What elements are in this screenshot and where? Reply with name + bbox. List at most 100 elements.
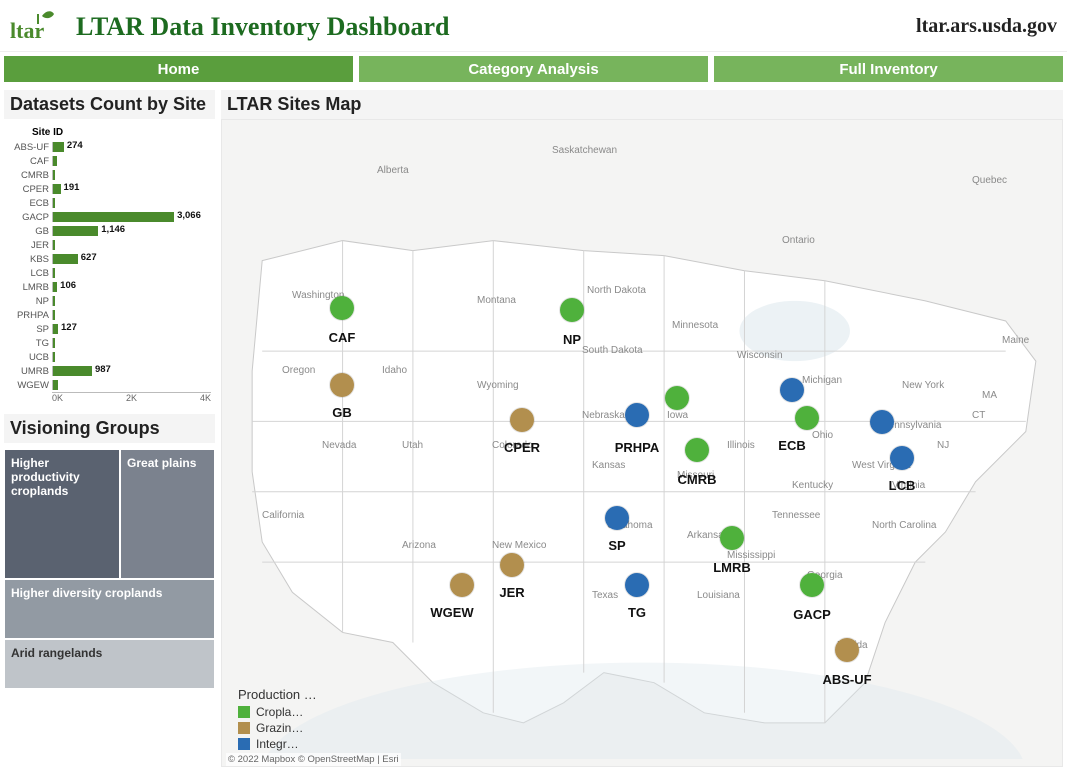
bar-track [52,352,211,362]
site-label: GACP [793,607,831,622]
site-marker-unnamed[interactable] [665,386,689,410]
bar-row[interactable]: LCB [6,266,211,280]
site-marker-unnamed[interactable] [870,410,894,434]
tab-full-inventory[interactable]: Full Inventory [714,56,1063,82]
site-marker-CPER[interactable] [510,408,534,432]
bar-fill [53,366,92,376]
bar-track [52,338,211,348]
state-label: Illinois [727,440,755,451]
vis-higher-diversity-croplands[interactable]: Higher diversity croplands [4,579,215,639]
state-label: Kentucky [792,480,833,491]
legend-integrated[interactable]: Integr… [238,736,317,752]
bar-row[interactable]: ABS-UF274 [6,140,211,154]
legend-croplands[interactable]: Cropla… [238,704,317,720]
site-label: LMRB [713,560,751,575]
site-label: SP [608,538,625,553]
bar-fill [53,254,78,264]
bar-row[interactable]: LMRB106 [6,280,211,294]
bar-category-label: CAF [6,156,52,167]
bar-x-axis: 0K 2K 4K [52,392,211,406]
state-label: Nebraska [582,410,625,421]
bar-row[interactable]: NP [6,294,211,308]
site-marker-ABS-UF[interactable] [835,638,859,662]
state-label: Arizona [402,540,436,551]
vis-great-plains[interactable]: Great plains [120,449,215,579]
bar-category-label: NP [6,296,52,307]
tab-category-analysis[interactable]: Category Analysis [359,56,708,82]
site-marker-CMRB[interactable] [685,438,709,462]
state-label: California [262,510,304,521]
bar-fill [53,338,55,348]
state-label: MA [982,390,997,401]
state-label: Idaho [382,365,407,376]
state-label: Maine [1002,335,1029,346]
bar-value-label: 127 [58,322,77,333]
bar-track [52,268,211,278]
site-marker-LCB[interactable] [890,446,914,470]
site-marker-JER[interactable] [500,553,524,577]
bar-track [52,198,211,208]
bar-category-label: ECB [6,198,52,209]
bar-row[interactable]: GACP3,066 [6,210,211,224]
site-marker-GB[interactable] [330,373,354,397]
bar-track [52,156,211,166]
bar-row[interactable]: CAF [6,154,211,168]
state-label: Ontario [782,235,815,246]
state-label: Texas [592,590,618,601]
bar-track: 3,066 [52,212,211,222]
site-label: GB [332,405,352,420]
bar-row[interactable]: CMRB [6,168,211,182]
site-marker-unnamed[interactable] [780,378,804,402]
bar-track: 627 [52,254,211,264]
bar-track [52,296,211,306]
site-marker-TG[interactable] [625,573,649,597]
bar-fill [53,352,55,362]
bar-track: 106 [52,282,211,292]
bar-fill [53,184,61,194]
site-url[interactable]: ltar.ars.usda.gov [916,15,1057,38]
bar-row[interactable]: CPER191 [6,182,211,196]
site-marker-CAF[interactable] [330,296,354,320]
bar-row[interactable]: ECB [6,196,211,210]
bar-row[interactable]: UCB [6,350,211,364]
datasets-bar-chart[interactable]: Site ID ABS-UF274 CAFCMRBCPER191 ECBGACP3,… [4,125,215,408]
bar-row[interactable]: KBS627 [6,252,211,266]
visioning-groups-title: Visioning Groups [4,414,215,443]
bar-row[interactable]: PRHPA [6,308,211,322]
state-label: Wyoming [477,380,519,391]
vis-arid-rangelands[interactable]: Arid rangelands [4,639,215,689]
bar-row[interactable]: SP 127 [6,322,211,336]
site-marker-PRHPA[interactable] [625,403,649,427]
bar-category-label: UCB [6,352,52,363]
tick: 0K [52,393,105,406]
site-marker-SP[interactable] [605,506,629,530]
bar-value-label: 191 [61,182,80,193]
site-marker-NP[interactable] [560,298,584,322]
bar-row[interactable]: GB1,146 [6,224,211,238]
site-marker-WGEW[interactable] [450,573,474,597]
bar-category-label: SP [6,324,52,335]
legend-grazing[interactable]: Grazin… [238,720,317,736]
bar-category-label: LCB [6,268,52,279]
site-marker-GACP[interactable] [800,573,824,597]
ltar-sites-map[interactable]: WashingtonMontanaNorth DakotaMinnesotaWi… [221,119,1063,767]
bar-fill [53,156,57,166]
state-label: Wisconsin [737,350,783,361]
bar-row[interactable]: TG [6,336,211,350]
bar-fill [53,142,64,152]
bar-row[interactable]: JER [6,238,211,252]
site-label: CPER [504,440,540,455]
tab-home[interactable]: Home [4,56,353,82]
vis-higher-productivity-croplands[interactable]: Higher productivity croplands [4,449,120,579]
legend-title: Production … [238,687,317,702]
site-marker-LMRB[interactable] [720,526,744,550]
map-attribution: © 2022 Mapbox © OpenStreetMap | Esri [226,753,401,766]
bar-chart-ylabel: Site ID [6,127,211,138]
map-legend: Production … Cropla… Grazin… Integr… [238,687,317,752]
header: ltar LTAR Data Inventory Dashboard ltar.… [0,0,1067,52]
state-label: North Carolina [872,520,936,531]
site-label: LCB [889,478,916,493]
bar-row[interactable]: UMRB987 [6,364,211,378]
site-marker-ECB[interactable] [795,406,819,430]
bar-row[interactable]: WGEW [6,378,211,392]
